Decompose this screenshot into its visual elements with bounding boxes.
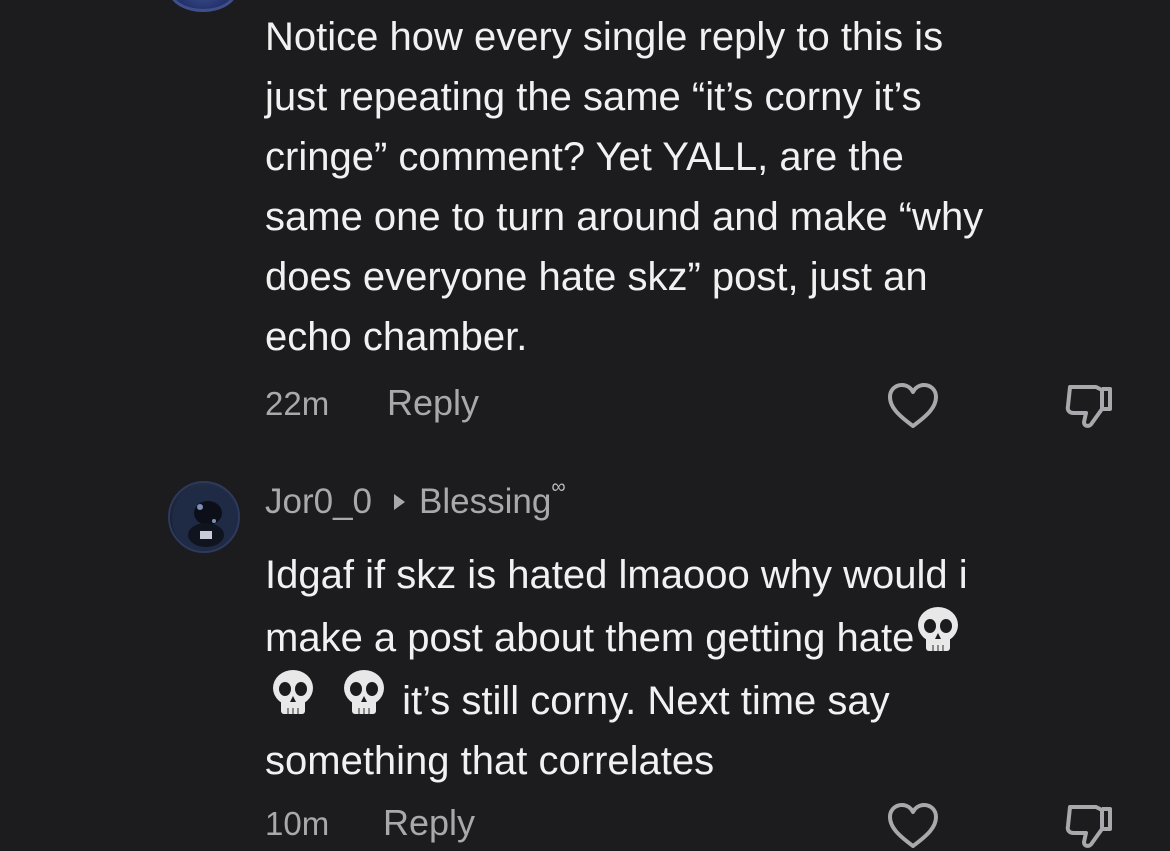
reply-arrow-icon [394,493,406,510]
avatar[interactable] [168,0,238,12]
comment-line: make a post about them getting hate [265,616,915,660]
reply-to-username[interactable]: Blessing [419,482,551,521]
timestamp: 22m [265,385,330,422]
reply-button[interactable]: Reply [387,382,479,424]
avatar[interactable] [168,481,240,553]
skull-icon [273,670,313,714]
comment-actions: 10m Reply [265,801,1170,851]
heart-icon[interactable] [886,801,940,851]
skull-icon [918,607,959,651]
timestamp: 10m [265,805,330,842]
thumbs-down-icon[interactable] [1062,381,1118,431]
comment-text: Notice how every single reply to this is… [265,15,984,359]
reply-button[interactable]: Reply [383,802,475,844]
creator-badge: ∞ [551,476,566,498]
thumbs-down-icon[interactable] [1062,801,1118,851]
comment-line: Idgaf if skz is hated lmaooo why would i [265,553,968,597]
comment-header: Jor0_0 Blessing∞ [265,476,566,530]
comment-line: it’s still corny. Next time say [402,679,890,723]
heart-icon[interactable] [886,381,940,431]
username[interactable]: Jor0_0 [265,482,372,521]
comment-text: Idgaf if skz is hated lmaooo why would i… [265,545,1145,791]
skull-icon [344,670,385,714]
comment-actions: 22m Reply [265,381,1170,431]
comment-line: something that correlates [265,739,715,783]
avatar-image [172,485,238,551]
